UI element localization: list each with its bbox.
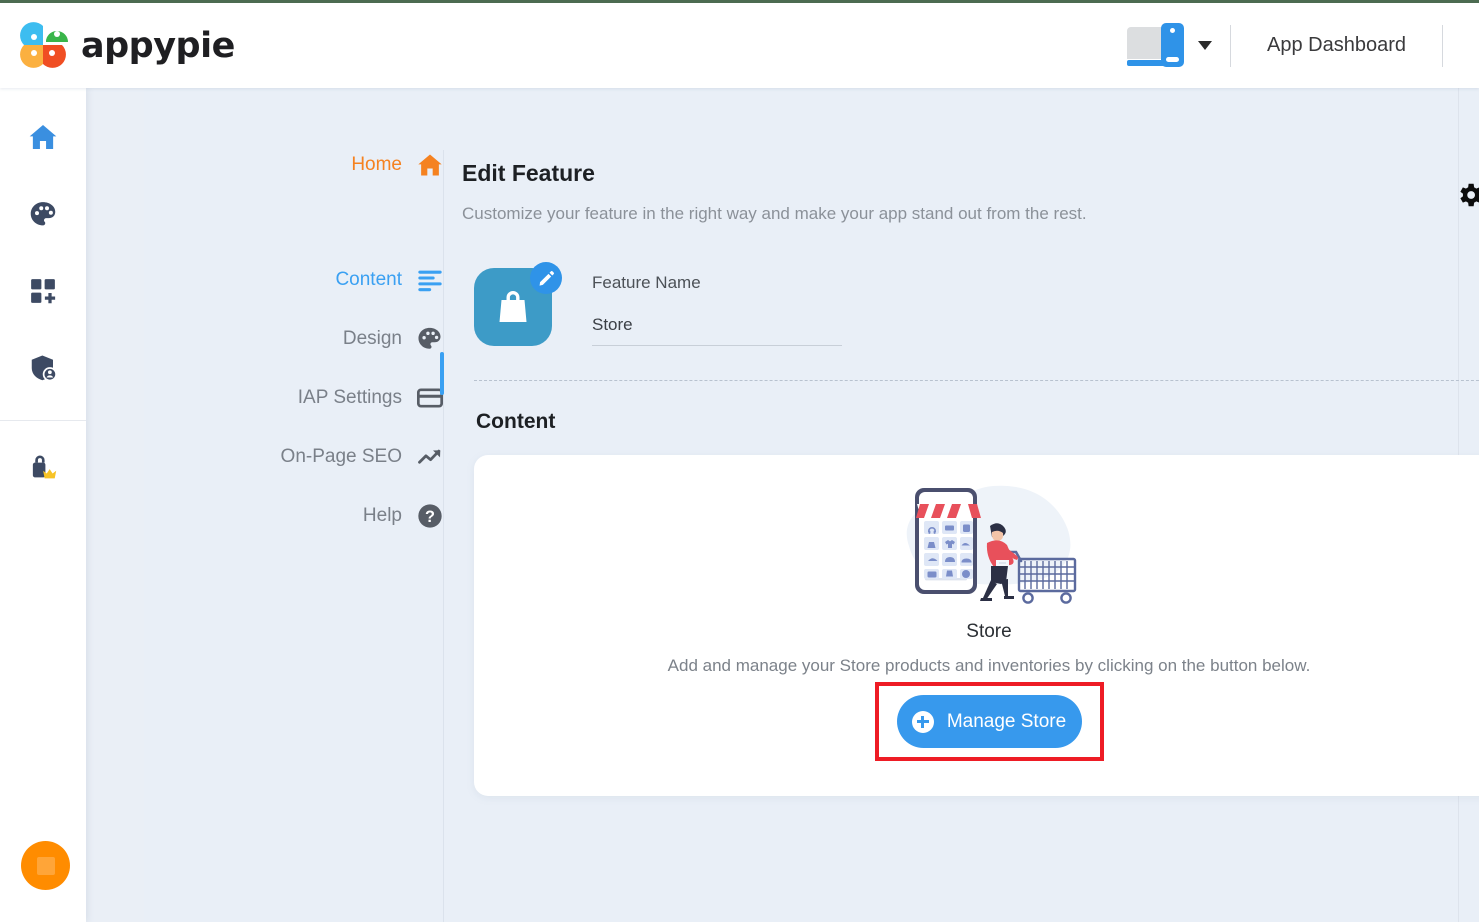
rail-item-privacy[interactable] xyxy=(0,329,86,406)
feature-name-input[interactable] xyxy=(592,315,842,346)
feature-name-label: Feature Name xyxy=(592,273,842,293)
nav-active-indicator xyxy=(440,352,444,395)
rail-divider xyxy=(0,420,86,421)
square-icon xyxy=(37,857,55,875)
manage-store-button-wrapper: Manage Store xyxy=(897,695,1082,748)
app-header: appypie App Dashboard xyxy=(0,3,1479,88)
trending-up-icon xyxy=(416,443,444,471)
page-title: Edit Feature xyxy=(462,160,1479,187)
nav-spacer xyxy=(244,209,444,265)
nav-item-iap-settings[interactable]: IAP Settings xyxy=(244,383,444,413)
nav-item-label: Help xyxy=(363,505,402,527)
home-icon xyxy=(27,121,59,153)
nav-item-on-page-seo[interactable]: On-Page SEO xyxy=(244,442,444,472)
device-preview-switcher[interactable] xyxy=(1109,23,1230,69)
nav-column-divider xyxy=(443,150,444,922)
rail-item-home[interactable] xyxy=(0,98,86,175)
rail-item-upgrade[interactable] xyxy=(0,427,86,504)
page-subtitle: Customize your feature in the right way … xyxy=(462,204,1479,224)
svg-text:?: ? xyxy=(425,508,435,526)
device-preview-icon xyxy=(1127,23,1189,69)
appypie-logo-icon xyxy=(18,20,72,72)
nav-item-label: Home xyxy=(351,154,402,176)
brand-name: appypie xyxy=(81,26,235,66)
nav-item-home[interactable]: Home xyxy=(244,150,444,180)
home-icon xyxy=(416,151,444,179)
edit-feature-panel: Edit Feature Customize your feature in t… xyxy=(462,160,1479,796)
palette-icon xyxy=(28,199,58,229)
palette-icon xyxy=(416,325,444,353)
top-accent-bar xyxy=(0,0,1479,3)
grid-plus-icon xyxy=(28,276,58,306)
rail-item-design[interactable] xyxy=(0,175,86,252)
left-rail xyxy=(0,88,86,922)
card-description: Add and manage your Store products and i… xyxy=(668,656,1311,676)
store-shopping-illustration xyxy=(891,474,1087,607)
support-fab-button[interactable] xyxy=(21,841,70,890)
shield-user-icon xyxy=(28,353,58,383)
rail-item-add-feature[interactable] xyxy=(0,252,86,329)
workspace-panel: Home Content xyxy=(144,88,1479,922)
nav-item-help[interactable]: Help ? xyxy=(244,501,444,531)
gear-icon[interactable] xyxy=(1455,180,1479,210)
manage-store-label: Manage Store xyxy=(947,711,1066,733)
nav-item-label: Design xyxy=(343,328,402,350)
app-dashboard-link[interactable]: App Dashboard xyxy=(1231,34,1442,57)
nav-item-design[interactable]: Design xyxy=(244,324,444,354)
chevron-down-icon[interactable] xyxy=(1198,41,1212,50)
plus-circle-icon xyxy=(912,711,934,733)
feature-name-block: Feature Name xyxy=(592,268,842,346)
content-lines-icon xyxy=(416,266,444,294)
lock-crown-icon xyxy=(27,450,59,482)
feature-name-row: Feature Name xyxy=(462,268,1479,346)
workspace: Home Content xyxy=(86,88,1479,922)
header-divider-2 xyxy=(1442,25,1443,67)
pencil-icon[interactable] xyxy=(530,262,562,294)
nav-item-content[interactable]: Content xyxy=(244,265,444,295)
nav-item-label: On-Page SEO xyxy=(281,446,402,468)
feature-icon-wrapper[interactable] xyxy=(474,268,552,346)
question-circle-icon: ? xyxy=(416,502,444,530)
manage-store-button[interactable]: Manage Store xyxy=(897,695,1082,748)
store-content-card: Store Add and manage your Store products… xyxy=(474,455,1479,796)
nav-item-label: Content xyxy=(335,269,402,291)
nav-item-label: IAP Settings xyxy=(298,387,402,409)
feature-nav: Home Content xyxy=(244,150,444,560)
section-separator xyxy=(474,380,1479,381)
content-section-title: Content xyxy=(476,410,1479,434)
card-title: Store xyxy=(966,621,1011,643)
brand-logo-group[interactable]: appypie xyxy=(18,20,235,72)
